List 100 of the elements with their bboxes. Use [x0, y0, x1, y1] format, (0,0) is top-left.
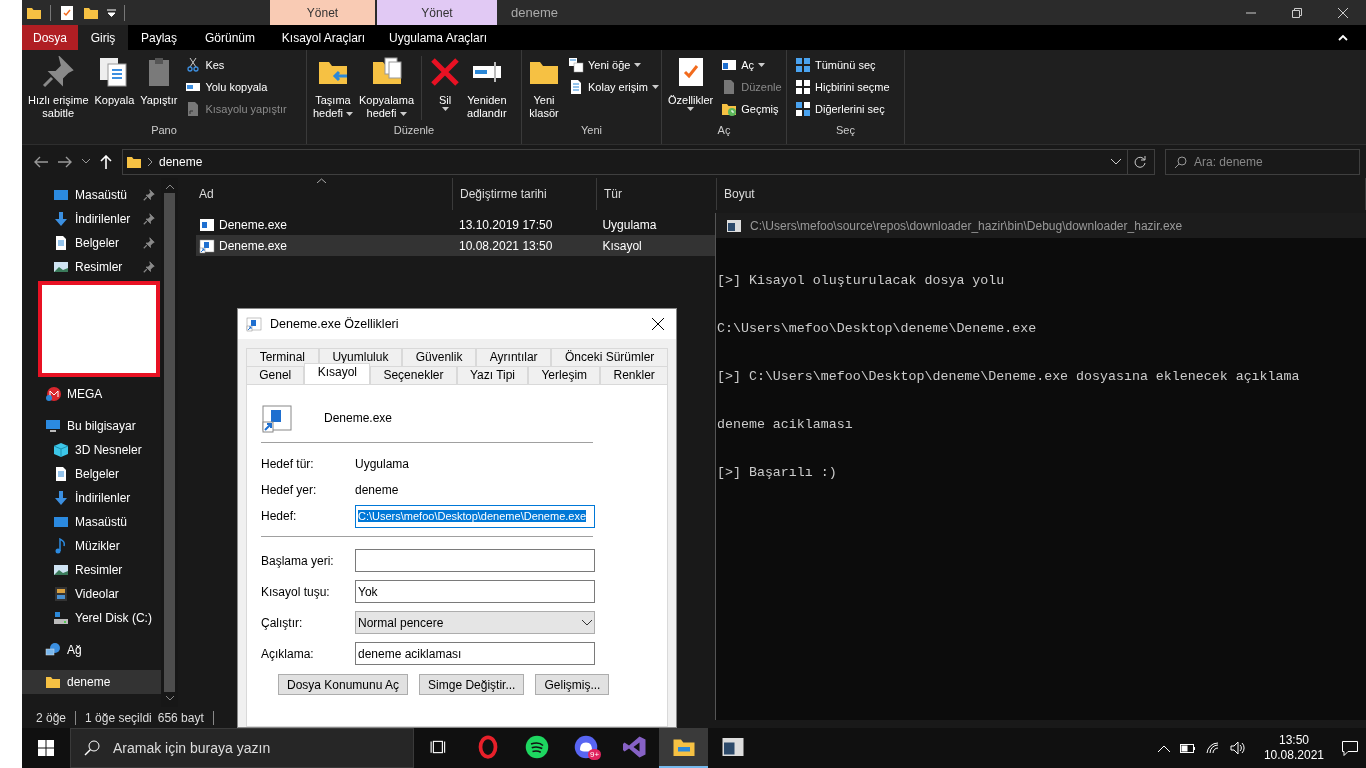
dialog-tab[interactable]: Önceki Sürümler [551, 348, 669, 366]
taskbar-button[interactable] [659, 728, 708, 768]
sidebar-item[interactable]: Belgeler [22, 231, 161, 255]
input-field[interactable]: Yok [355, 580, 595, 603]
clock[interactable]: 13:50 10.08.2021 [1263, 733, 1324, 763]
ribbon-button[interactable]: Sil [427, 54, 464, 113]
column-header[interactable]: Boyut [717, 178, 1366, 210]
sidebar-item[interactable]: 3D Nesneler [22, 438, 161, 462]
message-icon[interactable] [1342, 740, 1358, 756]
search-icon [84, 740, 100, 756]
dialog-button[interactable]: Dosya Konumunu Aç [278, 674, 409, 695]
sidebar-item[interactable]: Yerel Disk (C:) [22, 606, 161, 630]
ribbon-button[interactable]: Tümünü seç [795, 54, 890, 76]
up-arrow-icon[interactable] [100, 154, 112, 169]
select-field[interactable]: Normal pencere [355, 611, 595, 634]
ribbon-tab[interactable]: Giriş [78, 25, 128, 50]
sidebar-item[interactable]: Masaüstü [22, 510, 161, 534]
back-arrow-icon[interactable] [34, 155, 48, 168]
input-field[interactable]: deneme aciklaması [355, 642, 595, 665]
document-icon [53, 466, 69, 482]
collapse-ribbon-icon[interactable] [1338, 32, 1348, 43]
chevron-down-icon[interactable] [82, 159, 90, 164]
ribbon-button[interactable]: Kopyala [92, 54, 137, 109]
sidebar-item[interactable]: Müzikler [22, 534, 161, 558]
customize-icon[interactable] [107, 8, 116, 17]
ribbon-button[interactable]: Özellikler [666, 54, 716, 113]
dialog-tab[interactable]: Renkler [600, 366, 669, 384]
sidebar-item[interactable]: Bu bilgisayar [22, 414, 161, 438]
chevron-down-icon[interactable] [1111, 158, 1121, 165]
ribbon-button[interactable]: Aç [721, 54, 782, 76]
dialog-tab[interactable]: Terminal [246, 348, 319, 366]
dialog-tab[interactable]: Yerleşim [528, 366, 601, 384]
ribbon-button[interactable]: Yapıştır [138, 54, 180, 109]
speaker-icon[interactable] [1229, 741, 1246, 755]
document-icon [568, 79, 584, 95]
dialog-tab[interactable]: Ayrıntılar [476, 348, 552, 366]
task-view-icon [429, 738, 448, 756]
ribbon-button[interactable]: Kes [185, 54, 287, 76]
ribbon-button[interactable]: Hızlı erişime sabitle [26, 54, 91, 122]
dialog-tab[interactable]: Uyumluluk [318, 348, 403, 366]
sidebar-item[interactable]: Resimler [22, 558, 161, 582]
search-field[interactable]: Ara: deneme [1165, 148, 1360, 175]
ribbon-button[interactable]: Taşıma hedefi [311, 54, 355, 122]
dialog-tab[interactable]: Genel [246, 366, 305, 384]
file-row[interactable]: Deneme.exe 10.08.2021 13:50 Kısayol [196, 235, 715, 256]
scroll-down-icon [165, 696, 174, 701]
caret-icon [651, 85, 659, 89]
address-bar[interactable]: deneme [122, 148, 1155, 175]
sidebar-item[interactable]: Ağ [22, 638, 161, 662]
sidebar-item[interactable]: İndirilenler [22, 486, 161, 510]
chevron-up-icon[interactable] [1157, 744, 1170, 752]
breadcrumb-item[interactable]: deneme [159, 154, 203, 169]
forward-arrow-icon[interactable] [58, 155, 72, 168]
column-header[interactable]: Değiştirme tarihi [453, 178, 597, 210]
ribbon-button[interactable]: Diğerlerini seç [795, 98, 890, 120]
sidebar-item[interactable]: deneme [22, 670, 161, 694]
ribbon-tab[interactable]: Kısayol Araçları [270, 25, 377, 50]
sidebar-item[interactable]: İndirilenler [22, 207, 161, 231]
ribbon-tab[interactable]: Paylaş [128, 25, 190, 50]
ribbon-button[interactable]: Yeni klasör [526, 54, 562, 122]
sidebar-item[interactable]: Belgeler [22, 462, 161, 486]
ribbon-tab[interactable]: Görünüm [190, 25, 270, 50]
file-row[interactable]: Deneme.exe 13.10.2019 17:50 Uygulama [196, 214, 715, 235]
battery-icon[interactable] [1179, 743, 1196, 753]
ribbon-button[interactable]: Kopyalama hedefi [357, 54, 417, 122]
dialog-tab[interactable]: Güvenlik [402, 348, 477, 366]
sidebar-item[interactable]: Resimler [22, 255, 161, 279]
scroll-thumb[interactable] [164, 193, 175, 692]
column-header[interactable]: Ad [178, 178, 453, 210]
taskbar-button[interactable]: 9+ [561, 728, 610, 768]
field-label: Hedef tür: [261, 457, 315, 471]
sidebar-item[interactable]: Masaüstü [22, 183, 161, 207]
restore-icon[interactable] [1292, 7, 1302, 18]
ribbon-tab[interactable]: Uygulama Araçları [377, 25, 499, 50]
target-field[interactable]: C:\Users\mefoo\Desktop\deneme\Deneme.exe [355, 504, 595, 528]
ribbon-button[interactable]: Geçmiş [721, 98, 782, 120]
ribbon-button[interactable]: Hiçbirini seçme [795, 76, 890, 98]
dialog-button[interactable]: Gelişmiş... [535, 674, 610, 695]
ribbon-button[interactable]: Yeni öğe [568, 54, 659, 76]
sidebar-item[interactable]: Videolar [22, 582, 161, 606]
dialog-tab[interactable]: Yazı Tipi [456, 366, 529, 384]
close-icon[interactable] [652, 318, 664, 330]
ribbon-button[interactable]: Yeniden adlandır [465, 54, 509, 122]
refresh-icon[interactable] [1134, 155, 1146, 168]
wifi-icon[interactable] [1205, 742, 1220, 754]
dialog-tab[interactable]: Seçenekler [370, 366, 457, 384]
ribbon-button[interactable]: Kolay erişim [568, 76, 659, 98]
ribbon-tab[interactable]: Dosya [22, 25, 78, 50]
folder-clock-icon [721, 101, 738, 117]
sidebar-item[interactable]: MEGA [22, 382, 161, 406]
grid-icon [795, 101, 811, 117]
search-field[interactable]: Aramak için buraya yazın [70, 728, 414, 768]
dialog-tab[interactable]: Kısayol [304, 363, 371, 384]
column-header[interactable]: Tür [597, 178, 717, 210]
dialog-button[interactable]: Simge Değiştir... [419, 674, 525, 695]
table-cell-text: 10.08.2021 13:50 [458, 238, 554, 253]
group-label: Yeni [580, 124, 603, 138]
console-line: C:\Users\mefoo\Desktop\deneme\Deneme.exe [717, 320, 1038, 338]
ribbon-button[interactable]: Yolu kopyala [185, 76, 287, 98]
input-field[interactable] [355, 549, 595, 572]
